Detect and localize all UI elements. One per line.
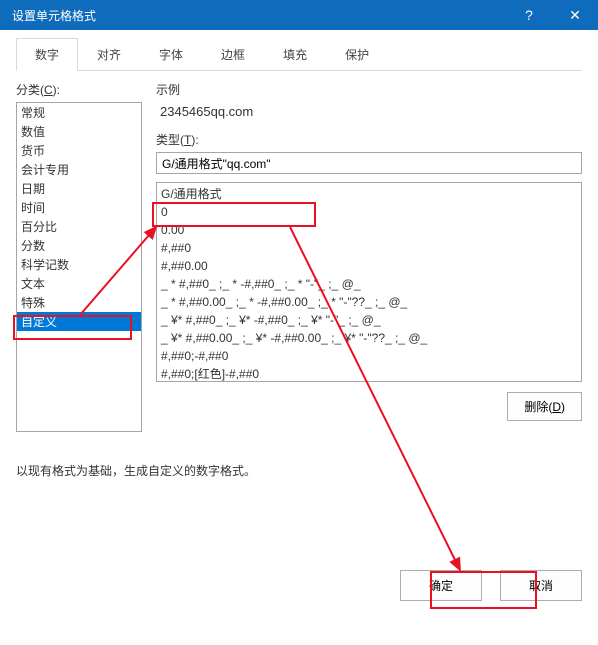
tab-font[interactable]: 字体	[140, 38, 202, 71]
category-item[interactable]: 特殊	[17, 293, 141, 312]
formats-listbox[interactable]: G/通用格式00.00#,##0#,##0.00_ * #,##0_ ;_ * …	[156, 182, 582, 382]
format-item[interactable]: _ ¥* #,##0.00_ ;_ ¥* -#,##0.00_ ;_ ¥* "-…	[161, 329, 577, 347]
category-item[interactable]: 货币	[17, 141, 141, 160]
format-item[interactable]: _ * #,##0.00_ ;_ * -#,##0.00_ ;_ * "-"??…	[161, 293, 577, 311]
format-cells-dialog: 设置单元格格式 ? ✕ 数字 对齐 字体 边框 填充 保护 分类(C): 常规数…	[0, 0, 598, 615]
sample-label: 示例	[156, 81, 582, 98]
format-item[interactable]: #,##0	[161, 239, 577, 257]
dialog-footer: 确定 取消	[0, 558, 598, 615]
type-label: 类型(T):	[156, 131, 582, 148]
tab-border[interactable]: 边框	[202, 38, 264, 71]
format-item[interactable]: _ * #,##0_ ;_ * -#,##0_ ;_ * "-"_ ;_ @_	[161, 275, 577, 293]
tab-alignment[interactable]: 对齐	[78, 38, 140, 71]
category-item[interactable]: 日期	[17, 179, 141, 198]
note-text: 以现有格式为基础，生成自定义的数字格式。	[16, 462, 582, 479]
category-listbox[interactable]: 常规数值货币会计专用日期时间百分比分数科学记数文本特殊自定义	[16, 102, 142, 432]
format-item[interactable]: 0	[161, 203, 577, 221]
format-item[interactable]: 0.00	[161, 221, 577, 239]
format-item[interactable]: G/通用格式	[161, 185, 577, 203]
category-item[interactable]: 科学记数	[17, 255, 141, 274]
category-item[interactable]: 分数	[17, 236, 141, 255]
tab-number[interactable]: 数字	[16, 38, 78, 71]
format-item[interactable]: #,##0;-#,##0	[161, 347, 577, 365]
tab-fill[interactable]: 填充	[264, 38, 326, 71]
category-item[interactable]: 会计专用	[17, 160, 141, 179]
type-input[interactable]	[156, 152, 582, 174]
category-item[interactable]: 百分比	[17, 217, 141, 236]
sample-value: 2345465qq.com	[160, 104, 582, 119]
close-button[interactable]: ✕	[552, 0, 598, 30]
help-button[interactable]: ?	[506, 0, 552, 30]
category-item[interactable]: 文本	[17, 274, 141, 293]
category-item[interactable]: 自定义	[17, 312, 141, 331]
format-item[interactable]: #,##0.00	[161, 257, 577, 275]
cancel-button[interactable]: 取消	[500, 570, 582, 601]
dialog-title: 设置单元格格式	[12, 7, 506, 24]
category-label: 分类(C):	[16, 81, 142, 98]
ok-button[interactable]: 确定	[400, 570, 482, 601]
format-item[interactable]: _ ¥* #,##0_ ;_ ¥* -#,##0_ ;_ ¥* "-"_ ;_ …	[161, 311, 577, 329]
category-item[interactable]: 数值	[17, 122, 141, 141]
tab-protection[interactable]: 保护	[326, 38, 388, 71]
delete-button[interactable]: 删除(D)	[507, 392, 582, 421]
format-item[interactable]: #,##0;[红色]-#,##0	[161, 365, 577, 382]
category-item[interactable]: 常规	[17, 103, 141, 122]
tabs: 数字 对齐 字体 边框 填充 保护	[16, 38, 582, 71]
category-item[interactable]: 时间	[17, 198, 141, 217]
titlebar: 设置单元格格式 ? ✕	[0, 0, 598, 30]
